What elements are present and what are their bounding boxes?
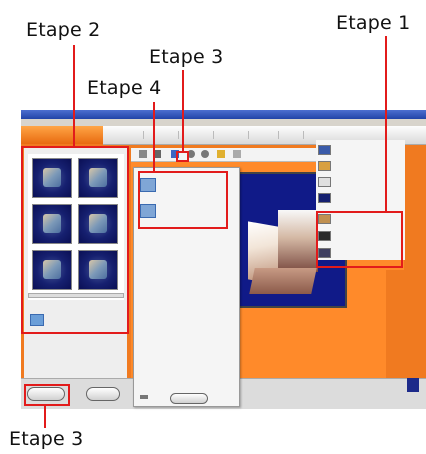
connector-step-3-bottom <box>44 406 46 428</box>
tab-1[interactable] <box>143 131 178 139</box>
brand-bar <box>21 126 103 144</box>
effect-item[interactable] <box>318 161 388 172</box>
highlight-step-3-top <box>176 151 189 162</box>
right-strip <box>386 270 426 385</box>
tool-button[interactable] <box>139 150 147 158</box>
tool-button[interactable] <box>233 150 241 158</box>
photo-cube-preview <box>248 210 320 300</box>
highlight-step-4 <box>138 171 228 229</box>
connector-step-4 <box>153 102 155 172</box>
popup-icon <box>140 395 148 399</box>
tab-3[interactable] <box>213 131 248 139</box>
bottom-middle-button[interactable] <box>86 387 120 401</box>
next-icon[interactable] <box>407 378 419 392</box>
effect-icon <box>318 145 331 155</box>
connector-step-3-top <box>182 70 184 152</box>
highlight-step-1 <box>316 211 403 268</box>
popup-button[interactable] <box>170 393 208 404</box>
connector-step-1 <box>385 36 387 212</box>
annotation-step-4: Etape 4 <box>87 77 162 99</box>
tab-5[interactable] <box>278 131 303 139</box>
highlight-step-3-bottom <box>24 384 70 406</box>
effect-icon <box>318 193 331 203</box>
effect-icon <box>318 177 331 187</box>
annotation-step-1: Etape 1 <box>336 12 411 34</box>
annotation-step-2: Etape 2 <box>26 19 101 41</box>
effect-item[interactable] <box>318 177 388 188</box>
title-bar <box>21 110 426 119</box>
highlight-step-2 <box>21 146 129 334</box>
connector-step-2 <box>73 45 75 147</box>
annotation-step-3-top: Etape 3 <box>149 46 224 68</box>
tab-6[interactable] <box>303 131 330 139</box>
annotation-step-3-bottom: Etape 3 <box>9 428 84 450</box>
zoom-out-icon[interactable] <box>201 150 209 158</box>
tool-button[interactable] <box>217 150 225 158</box>
menu-bar <box>21 119 426 126</box>
effect-icon <box>318 161 331 171</box>
effect-item[interactable] <box>318 145 388 156</box>
tab-4[interactable] <box>248 131 278 139</box>
effect-item[interactable] <box>318 193 388 204</box>
